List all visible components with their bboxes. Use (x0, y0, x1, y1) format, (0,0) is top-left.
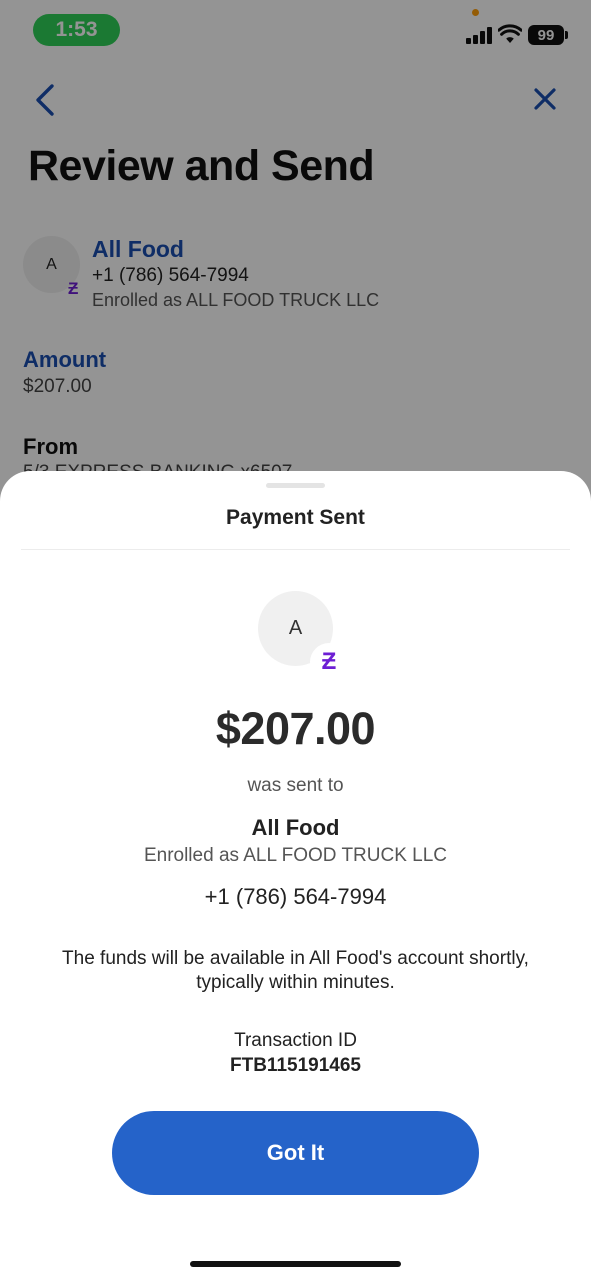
recipient-name: All Food (251, 815, 340, 840)
transaction-id: FTB115191465 (230, 1055, 361, 1076)
recipient-enrolled: Enrolled as ALL FOOD TRUCK LLC (143, 845, 448, 866)
recipient-phone: +1 (786) 564-7994 (204, 884, 387, 909)
got-it-button[interactable]: Got It (112, 1111, 479, 1195)
sheet-grabber[interactable] (266, 483, 325, 488)
sent-to-label: was sent to (247, 775, 344, 796)
payment-sent-sheet: Payment Sent A Ƶ $207.00 was sent to All… (0, 471, 591, 1280)
divider (21, 549, 570, 550)
transaction-id-label: Transaction ID (234, 1030, 357, 1051)
home-indicator[interactable] (190, 1261, 401, 1267)
sent-amount: $207.00 (215, 703, 376, 754)
zelle-icon: Ƶ (310, 643, 348, 681)
funds-availability-note: The funds will be available in All Food'… (62, 948, 529, 993)
sheet-title: Payment Sent (226, 506, 365, 529)
